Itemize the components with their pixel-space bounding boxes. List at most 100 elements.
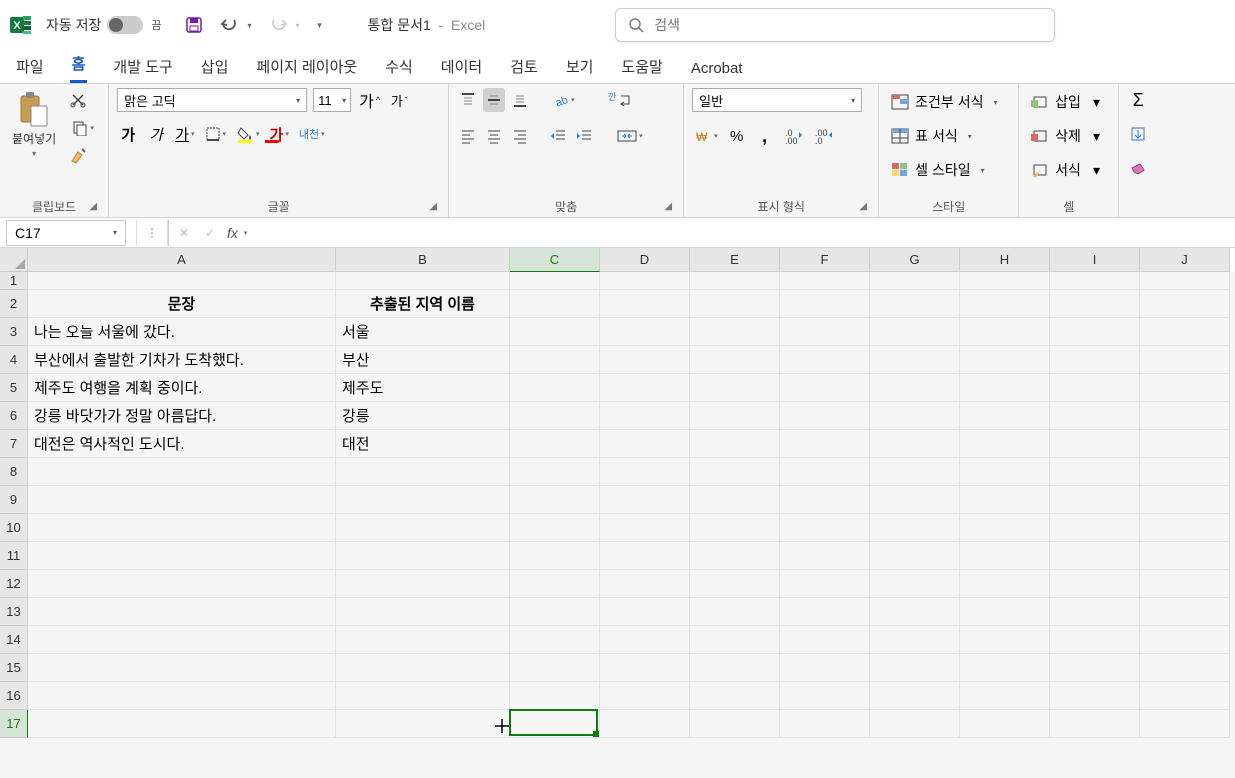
row-header-5[interactable]: 5 — [0, 374, 28, 402]
cell-E13[interactable] — [690, 598, 780, 626]
copy-button[interactable]: ▾ — [66, 116, 100, 140]
cell-H9[interactable] — [960, 486, 1050, 514]
cell-E16[interactable] — [690, 682, 780, 710]
cell-B16[interactable] — [336, 682, 510, 710]
cell-F3[interactable] — [780, 318, 870, 346]
redo-button[interactable] — [264, 11, 292, 39]
cell-C4[interactable] — [510, 346, 600, 374]
shrink-font-button[interactable]: 가ˇ — [388, 88, 410, 112]
align-bottom-button[interactable] — [509, 88, 531, 112]
cell-J5[interactable] — [1140, 374, 1230, 402]
cell-G8[interactable] — [870, 458, 960, 486]
orientation-button[interactable]: ab▾ — [551, 88, 577, 112]
tab-데이터[interactable]: 데이터 — [439, 50, 484, 83]
cell-B15[interactable] — [336, 654, 510, 682]
cell-C1[interactable] — [510, 272, 600, 290]
cell-F16[interactable] — [780, 682, 870, 710]
indent-decrease-button[interactable] — [547, 124, 569, 148]
row-header-16[interactable]: 16 — [0, 682, 28, 710]
cell-E15[interactable] — [690, 654, 780, 682]
bold-button[interactable]: 가 — [117, 122, 139, 146]
cell-I5[interactable] — [1050, 374, 1140, 402]
cell-D7[interactable] — [600, 430, 690, 458]
merge-center-button[interactable]: ▾ — [615, 124, 645, 148]
decrease-decimal-button[interactable]: .00.0 — [812, 124, 836, 148]
cell-D4[interactable] — [600, 346, 690, 374]
row-header-14[interactable]: 14 — [0, 626, 28, 654]
cell-G7[interactable] — [870, 430, 960, 458]
cell-F5[interactable] — [780, 374, 870, 402]
cell-G12[interactable] — [870, 570, 960, 598]
cell-I8[interactable] — [1050, 458, 1140, 486]
tab-검토[interactable]: 검토 — [508, 50, 540, 83]
cell-A1[interactable] — [28, 272, 336, 290]
align-launcher[interactable]: ◢ — [661, 199, 675, 213]
italic-button[interactable]: 가 — [145, 122, 167, 146]
cell-H5[interactable] — [960, 374, 1050, 402]
cell-H13[interactable] — [960, 598, 1050, 626]
cell-E9[interactable] — [690, 486, 780, 514]
cell-J12[interactable] — [1140, 570, 1230, 598]
tab-보기[interactable]: 보기 — [564, 50, 596, 83]
underline-button[interactable]: 가▾ — [173, 122, 196, 146]
cell-B4[interactable]: 부산 — [336, 346, 510, 374]
cell-J6[interactable] — [1140, 402, 1230, 430]
cell-J9[interactable] — [1140, 486, 1230, 514]
cell-I12[interactable] — [1050, 570, 1140, 598]
cell-G10[interactable] — [870, 514, 960, 542]
cell-H10[interactable] — [960, 514, 1050, 542]
cell-C16[interactable] — [510, 682, 600, 710]
tab-개발 도구[interactable]: 개발 도구 — [111, 50, 174, 83]
cell-D13[interactable] — [600, 598, 690, 626]
comma-button[interactable]: , — [754, 124, 776, 148]
cell-A13[interactable] — [28, 598, 336, 626]
cell-H6[interactable] — [960, 402, 1050, 430]
accounting-format-button[interactable]: ₩▾ — [692, 124, 720, 148]
cell-G11[interactable] — [870, 542, 960, 570]
cell-A5[interactable]: 제주도 여행을 계획 중이다. — [28, 374, 336, 402]
font-name-select[interactable]: 맑은 고딕▾ — [117, 88, 307, 112]
cell-H4[interactable] — [960, 346, 1050, 374]
tab-Acrobat[interactable]: Acrobat — [689, 54, 745, 83]
cell-D12[interactable] — [600, 570, 690, 598]
align-top-button[interactable] — [457, 88, 479, 112]
toggle-switch-icon[interactable] — [107, 16, 143, 34]
cell-F1[interactable] — [780, 272, 870, 290]
autosum-button[interactable]: Σ — [1127, 88, 1149, 112]
cell-B10[interactable] — [336, 514, 510, 542]
cell-D5[interactable] — [600, 374, 690, 402]
align-middle-button[interactable] — [483, 88, 505, 112]
insert-cells-button[interactable]: 삽입▾ — [1027, 88, 1104, 116]
cell-I6[interactable] — [1050, 402, 1140, 430]
cell-I17[interactable] — [1050, 710, 1140, 738]
search-input[interactable] — [654, 17, 1042, 33]
cell-H7[interactable] — [960, 430, 1050, 458]
cell-E8[interactable] — [690, 458, 780, 486]
cell-J16[interactable] — [1140, 682, 1230, 710]
select-all-corner[interactable] — [0, 248, 28, 272]
cell-A11[interactable] — [28, 542, 336, 570]
customize-qat-button[interactable]: ▾ — [312, 11, 328, 39]
cell-I11[interactable] — [1050, 542, 1140, 570]
indent-increase-button[interactable] — [573, 124, 595, 148]
cell-A2[interactable]: 문장 — [28, 290, 336, 318]
cell-J7[interactable] — [1140, 430, 1230, 458]
cell-B5[interactable]: 제주도 — [336, 374, 510, 402]
search-box[interactable] — [615, 8, 1055, 42]
cell-H3[interactable] — [960, 318, 1050, 346]
cell-C7[interactable] — [510, 430, 600, 458]
row-header-10[interactable]: 10 — [0, 514, 28, 542]
tab-수식[interactable]: 수식 — [383, 50, 415, 83]
cell-J17[interactable] — [1140, 710, 1230, 738]
cell-C8[interactable] — [510, 458, 600, 486]
column-header-G[interactable]: G — [870, 248, 960, 272]
cell-E14[interactable] — [690, 626, 780, 654]
cell-E4[interactable] — [690, 346, 780, 374]
cell-B17[interactable] — [336, 710, 510, 738]
cell-F14[interactable] — [780, 626, 870, 654]
cell-G15[interactable] — [870, 654, 960, 682]
cell-F7[interactable] — [780, 430, 870, 458]
cell-J4[interactable] — [1140, 346, 1230, 374]
cell-A4[interactable]: 부산에서 출발한 기차가 도착했다. — [28, 346, 336, 374]
enter-formula-button[interactable]: ✓ — [199, 221, 221, 245]
